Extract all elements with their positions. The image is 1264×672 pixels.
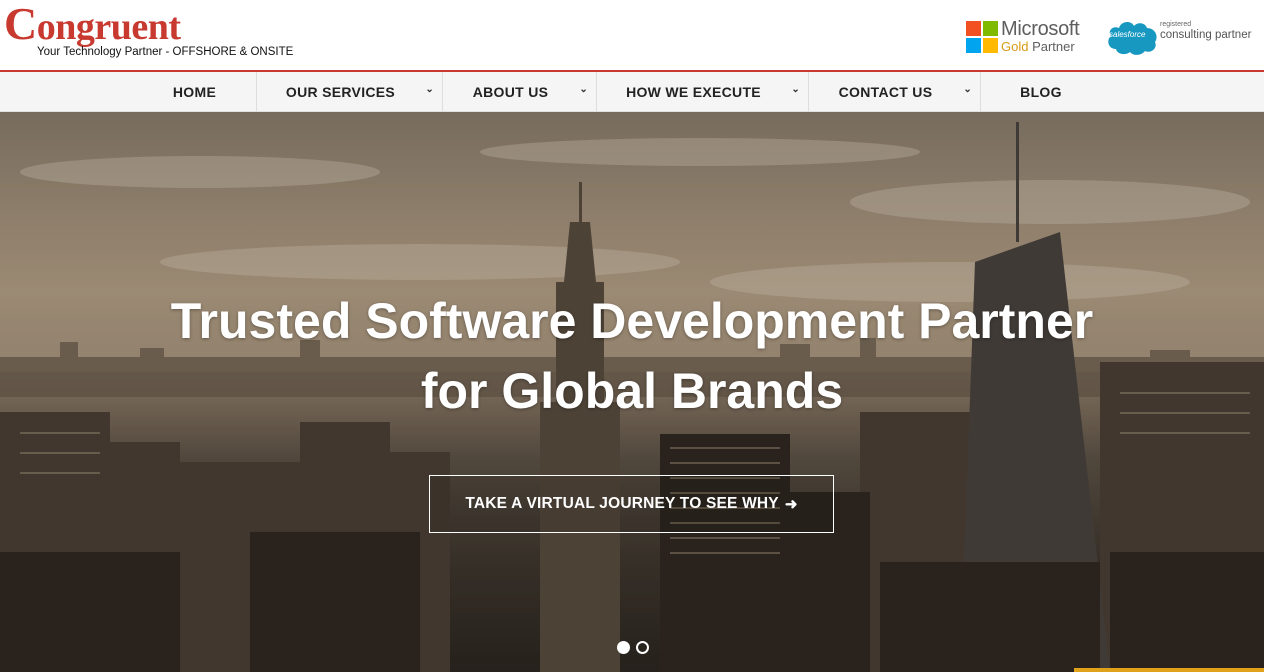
nav-item-our-services[interactable]: OUR SERVICES ⌄ (257, 72, 443, 112)
slider-pagination (617, 641, 649, 655)
nav-item-about-us[interactable]: ABOUT US ⌄ (443, 72, 597, 112)
salesforce-cloud-label: salesforce (1109, 30, 1146, 39)
hero-headline-line1: Trusted Software Development Partner (170, 293, 1094, 349)
gold-partner-label: Gold Partner (1001, 39, 1075, 54)
chevron-down-icon: ⌄ (791, 84, 800, 95)
accent-bar (1074, 668, 1264, 672)
hero-slider: Trusted Software Development Partner for… (0, 112, 1264, 672)
nav-label: HOME (172, 84, 217, 100)
hero-headline-line2: for Global Brands (420, 363, 844, 419)
logo-tagline: Your Technology Partner - OFFSHORE & ONS… (37, 46, 294, 58)
chevron-down-icon: ⌄ (579, 84, 588, 95)
salesforce-registered: registered (1160, 21, 1192, 28)
nav-item-contact-us[interactable]: CONTACT US ⌄ (809, 72, 981, 112)
chevron-down-icon: ⌄ (425, 84, 434, 95)
chevron-down-icon: ⌄ (963, 84, 972, 95)
nav-label: CONTACT US (838, 84, 933, 100)
slide-dot-2[interactable] (636, 641, 649, 654)
nav-item-how-we-execute[interactable]: HOW WE EXECUTE ⌄ (597, 72, 809, 112)
salesforce-consulting-partner: consulting partner (1160, 29, 1252, 41)
nav-item-blog[interactable]: BLOG (981, 72, 1101, 112)
site-header: Congruent Your Technology Partner - OFFS… (0, 0, 1264, 72)
slide-dot-1[interactable] (617, 641, 630, 654)
cta-label: TAKE A VIRTUAL JOURNEY TO SEE WHY (465, 495, 779, 512)
nav-item-home[interactable]: HOME (133, 72, 257, 112)
nav-label: BLOG (1020, 84, 1062, 100)
microsoft-label: Microsoft (1001, 18, 1080, 40)
virtual-journey-button[interactable]: TAKE A VIRTUAL JOURNEY TO SEE WHY ➜ (429, 475, 834, 533)
congruent-logo[interactable]: Congruent Your Technology Partner - OFFS… (4, 0, 293, 59)
arrow-right-icon: ➜ (784, 496, 798, 513)
nav-label: OUR SERVICES (285, 84, 396, 100)
logo-wordmark: Congruent (4, 0, 181, 49)
nav-label: HOW WE EXECUTE (626, 84, 761, 100)
nav-label: ABOUT US (472, 84, 549, 100)
main-nav: HOME OUR SERVICES ⌄ ABOUT US ⌄ HOW WE EX… (0, 72, 1264, 112)
microsoft-logo-icon (966, 21, 998, 53)
